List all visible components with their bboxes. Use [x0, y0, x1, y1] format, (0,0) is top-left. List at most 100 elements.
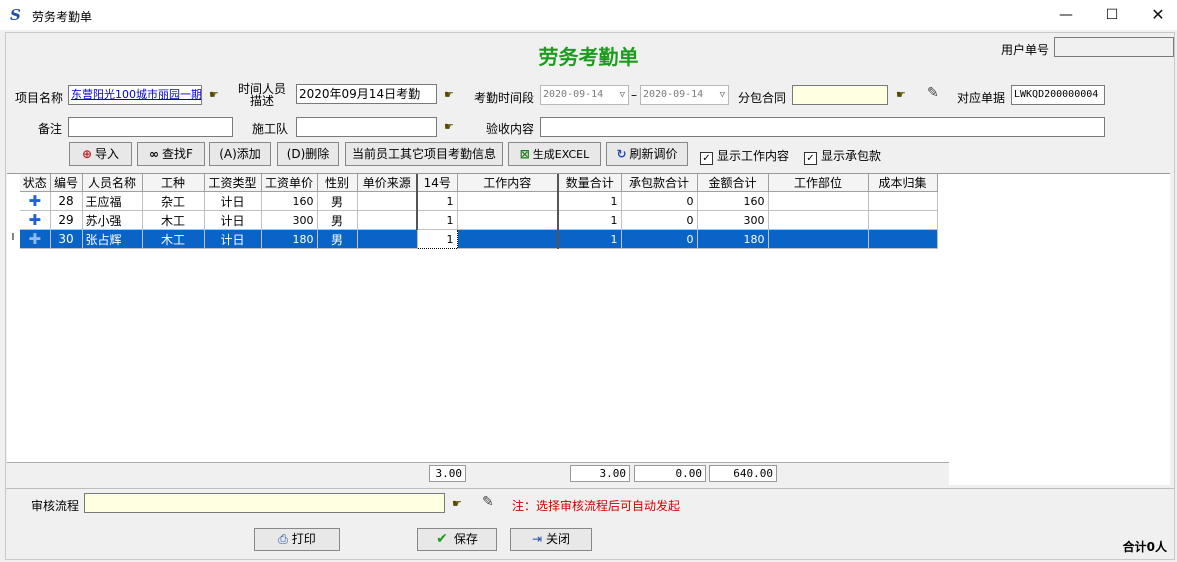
subcontract-field[interactable] [792, 85, 888, 105]
id-cell[interactable]: 30 [50, 229, 83, 249]
day14-cell[interactable]: 1 [416, 210, 458, 230]
col-header[interactable]: 状态 [20, 174, 51, 192]
table-row[interactable]: ✚ 28 王应福 杂工 计日 160 男 1 1 0 160 [20, 191, 938, 211]
name-cell[interactable]: 张占辉 [82, 229, 143, 249]
date-to-picker[interactable]: 2020-09-14 ▽ [640, 85, 729, 105]
show-contract-checkbox[interactable]: ✓ 显示承包款 [804, 147, 881, 165]
trade-cell[interactable]: 木工 [142, 210, 205, 230]
part-cell[interactable] [768, 229, 869, 249]
status-cell[interactable]: ✚ [20, 229, 51, 249]
col-header[interactable]: 单价来源 [357, 174, 418, 192]
team-field[interactable] [296, 117, 437, 137]
col-header[interactable]: 成本归集 [868, 174, 938, 192]
work-cell[interactable] [457, 229, 559, 249]
cost-cell[interactable] [868, 191, 938, 211]
pointer-hand-icon[interactable]: ☛ [896, 88, 906, 101]
source-cell[interactable] [357, 210, 418, 230]
cost-cell[interactable] [868, 210, 938, 230]
amount-cell[interactable]: 160 [697, 191, 769, 211]
col-header[interactable]: 工资单价 [261, 174, 318, 192]
part-cell[interactable] [768, 191, 869, 211]
wage-type-cell[interactable]: 计日 [204, 229, 262, 249]
accept-field[interactable] [540, 117, 1105, 137]
pointer-hand-icon[interactable]: ☛ [444, 120, 454, 133]
show-work-checkbox[interactable]: ✓ 显示工作内容 [700, 147, 789, 165]
amount-cell[interactable]: 180 [697, 229, 769, 249]
print-button[interactable]: ⎙ 打印 [254, 528, 340, 551]
sex-cell[interactable]: 男 [317, 191, 358, 211]
delete-button[interactable]: (D)删除 [277, 142, 339, 166]
work-cell[interactable] [457, 191, 559, 211]
clear-brush-icon[interactable]: ✎ [482, 494, 494, 510]
minimize-button[interactable]: — [1043, 0, 1089, 30]
col-header[interactable]: 人员名称 [82, 174, 143, 192]
refresh-price-button[interactable]: ↻ 刷新调价 [606, 142, 688, 166]
col-header[interactable]: 性别 [317, 174, 358, 192]
wage-type-cell[interactable]: 计日 [204, 210, 262, 230]
id-cell[interactable]: 28 [50, 191, 83, 211]
work-cell[interactable] [457, 210, 559, 230]
day14-cell[interactable]: 1 [416, 191, 458, 211]
table-row-selected[interactable]: ✚ 30 张占辉 木工 计日 180 男 1 1 0 180 [20, 229, 938, 249]
contract-cell[interactable]: 0 [621, 210, 698, 230]
clear-brush-icon[interactable]: ✎ [927, 85, 939, 101]
maximize-button[interactable]: ☐ [1089, 0, 1135, 30]
amount-cell[interactable]: 300 [697, 210, 769, 230]
status-cell[interactable]: ✚ [20, 210, 51, 230]
trade-cell[interactable]: 木工 [142, 229, 205, 249]
trade-cell[interactable]: 杂工 [142, 191, 205, 211]
approval-field[interactable] [84, 493, 445, 513]
qty-cell[interactable]: 1 [557, 191, 622, 211]
excel-button[interactable]: ⊠ 生成EXCEL [508, 142, 601, 166]
attendance-grid[interactable]: 状态 编号 人员名称 工种 工资类型 工资单价 性别 单价来源 14号 工作内容… [7, 173, 1170, 485]
remark-field[interactable] [68, 117, 233, 137]
col-header[interactable]: 工作内容 [457, 174, 559, 192]
col-header[interactable]: 承包款合计 [621, 174, 698, 192]
find-button[interactable]: ∞ 查找F [137, 142, 205, 166]
sex-cell[interactable]: 男 [317, 229, 358, 249]
sex-cell[interactable]: 男 [317, 210, 358, 230]
date-from-picker[interactable]: 2020-09-14 ▽ [540, 85, 629, 105]
part-cell[interactable] [768, 210, 869, 230]
qty-cell[interactable]: 1 [557, 229, 622, 249]
source-cell[interactable] [357, 229, 418, 249]
source-cell[interactable] [357, 191, 418, 211]
id-cell[interactable]: 29 [50, 210, 83, 230]
col-header[interactable]: 数量合计 [557, 174, 622, 192]
other-project-info-button[interactable]: 当前员工其它项目考勤信息 [345, 142, 503, 166]
close-window-button[interactable]: ✕ [1135, 0, 1177, 30]
col-header[interactable]: 14号 [416, 174, 458, 192]
pointer-hand-icon[interactable]: ☛ [452, 497, 462, 510]
contract-cell[interactable]: 0 [621, 229, 698, 249]
col-header[interactable]: 工种 [142, 174, 205, 192]
col-header[interactable]: 工资类型 [204, 174, 262, 192]
status-cell[interactable]: ✚ [20, 191, 51, 211]
col-header[interactable]: 金额合计 [697, 174, 769, 192]
import-button[interactable]: ⊕ 导入 [69, 142, 132, 166]
price-cell[interactable]: 300 [261, 210, 318, 230]
wage-type-cell[interactable]: 计日 [204, 191, 262, 211]
pointer-hand-icon[interactable]: ☛ [209, 88, 219, 101]
day14-cell-editing[interactable]: 1 [416, 229, 458, 249]
price-cell[interactable]: 160 [261, 191, 318, 211]
name-cell[interactable]: 王应福 [82, 191, 143, 211]
add-button[interactable]: (A)添加 [209, 142, 271, 166]
col-header[interactable]: 工作部位 [768, 174, 869, 192]
cost-cell[interactable] [868, 229, 938, 249]
accept-label: 验收内容 [486, 122, 535, 136]
checkmark-icon: ✔ [436, 531, 448, 547]
save-button[interactable]: ✔ 保存 [417, 528, 497, 551]
time-person-field[interactable]: 2020年09月14日考勤 [296, 84, 437, 104]
col-header[interactable]: 编号 [50, 174, 83, 192]
user-no-field[interactable] [1054, 37, 1174, 57]
find-label: 查找F [162, 147, 193, 161]
name-cell[interactable]: 苏小强 [82, 210, 143, 230]
close-button[interactable]: ⇥ 关闭 [510, 528, 592, 551]
project-field[interactable]: 东营阳光100城市丽园一期 [68, 85, 202, 105]
pointer-hand-icon[interactable]: ☛ [444, 88, 454, 101]
qty-cell[interactable]: 1 [557, 210, 622, 230]
contract-cell[interactable]: 0 [621, 191, 698, 211]
ref-field[interactable]: LWKQD200000004 [1011, 85, 1105, 105]
table-row[interactable]: ✚ 29 苏小强 木工 计日 300 男 1 1 0 300 [20, 210, 938, 230]
price-cell[interactable]: 180 [261, 229, 318, 249]
